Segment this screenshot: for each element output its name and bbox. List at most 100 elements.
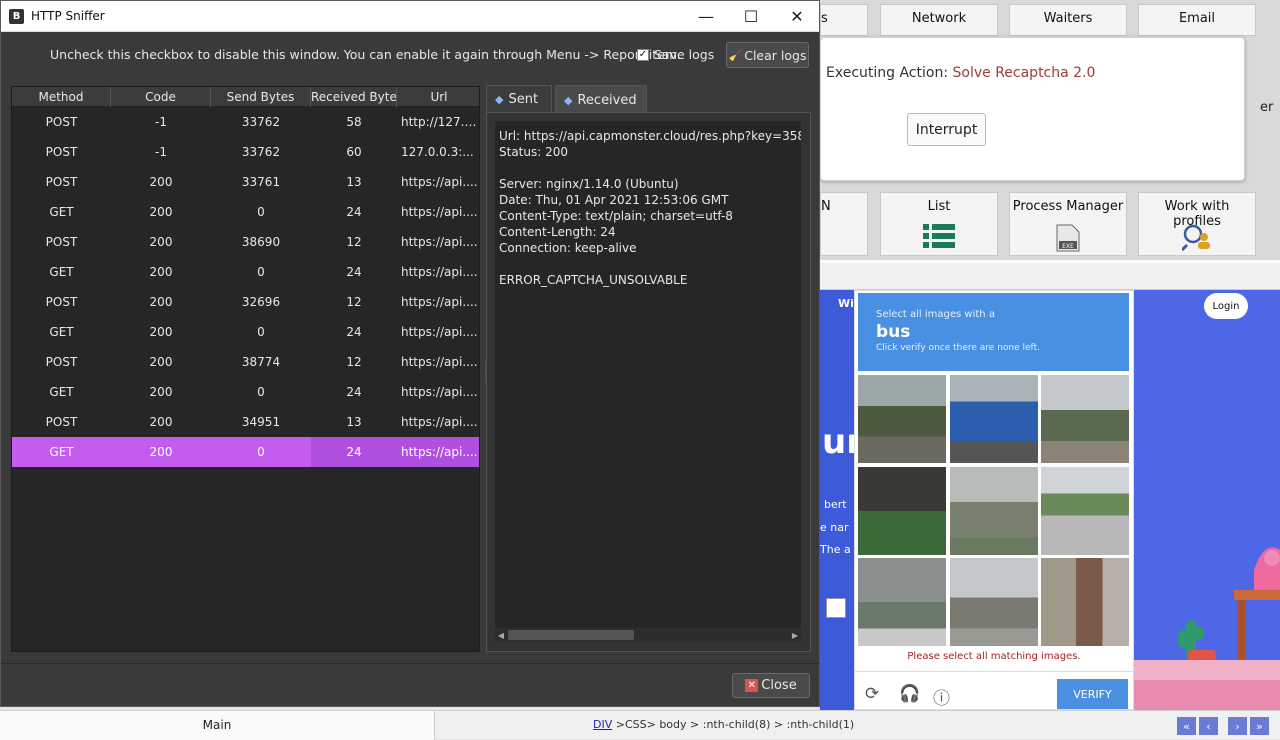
captcha-tile[interactable] [1041, 467, 1129, 555]
xpath-div-link[interactable]: DIV [593, 718, 612, 731]
table-row[interactable]: GET 200 0 24 https://api.... [12, 437, 479, 467]
toolbar-button-label: Waiters [1043, 11, 1093, 26]
table-row[interactable]: GET 200 0 24 https://api.... [12, 197, 479, 227]
cell-url: https://api.... [401, 385, 478, 399]
table-row[interactable]: GET 200 0 24 https://api.... [12, 377, 479, 407]
tab-received[interactable]: ◆ Received [555, 85, 647, 114]
tab-label: Sent [508, 92, 539, 107]
cell-code: 200 [149, 235, 173, 249]
column-header-received-bytes[interactable]: Received Bytes [311, 87, 397, 107]
table-row[interactable]: POST 200 38690 12 https://api.... [12, 227, 479, 257]
captcha-tile[interactable] [1041, 558, 1129, 646]
headphones-icon[interactable]: 🎧 [899, 684, 920, 704]
captcha-tile[interactable] [950, 467, 1038, 555]
column-header-code[interactable]: Code [111, 87, 211, 107]
scroll-right-icon[interactable]: ▶ [789, 628, 801, 642]
web-checkbox[interactable] [826, 598, 846, 618]
nav-first-button[interactable]: « [1177, 717, 1196, 735]
nav-last-button[interactable]: » [1250, 717, 1269, 735]
cell-url: https://api.... [401, 265, 478, 279]
cell-recv: 13 [346, 175, 362, 189]
interrupt-button[interactable]: Interrupt [907, 113, 986, 146]
column-header-method[interactable]: Method [12, 87, 111, 107]
toolbar-button-n[interactable]: N [820, 192, 868, 256]
cell-url: 127.0.0.3:... [401, 145, 474, 159]
nav-prev-button[interactable]: ‹ [1199, 717, 1218, 735]
cell-recv: 24 [346, 265, 362, 279]
cell-code: -1 [155, 115, 167, 129]
toolbar-button-network[interactable]: Network [880, 4, 998, 36]
toolbar-button-label: Email [1178, 11, 1216, 26]
verify-button[interactable]: VERIFY [1057, 679, 1128, 709]
close-icon[interactable]: ✕ [782, 4, 812, 28]
captcha-tile[interactable] [858, 375, 946, 463]
cell-send: 0 [257, 325, 265, 339]
checkbox-checked-icon[interactable]: ✓ [637, 48, 649, 61]
table-row[interactable]: POST 200 34951 13 https://api.... [12, 407, 479, 437]
captcha-footer: ⟳ 🎧 ⓘ VERIFY [855, 671, 1133, 711]
tab-sent[interactable]: ◆ Sent [486, 85, 552, 113]
captcha-tile[interactable] [858, 558, 946, 646]
executing-action-prefix: Executing Action: [826, 65, 949, 81]
cell-url: https://api.... [401, 175, 478, 189]
horizontal-scrollbar[interactable]: ◀ ▶ [495, 628, 801, 642]
reload-icon[interactable]: ⟳ [865, 684, 879, 704]
response-text-area[interactable]: Url: https://api.capmonster.cloud/res.ph… [495, 121, 801, 628]
column-header-url[interactable]: Url [397, 87, 479, 107]
cell-recv: 12 [346, 355, 362, 369]
captcha-error-message: Please select all matching images. [907, 651, 1081, 662]
table-row[interactable]: POST -1 33762 60 127.0.0.3:... [12, 137, 479, 167]
cell-method: POST [45, 295, 78, 309]
scroll-left-icon[interactable]: ◀ [495, 628, 507, 642]
captcha-tile[interactable] [950, 375, 1038, 463]
toolbar-button-waiters[interactable]: Waiters [1009, 4, 1127, 36]
executing-action-name: Solve Recaptcha 2.0 [952, 65, 1096, 81]
column-header-send-bytes[interactable]: Send Bytes [211, 87, 311, 107]
cell-send: 32696 [241, 295, 281, 309]
captcha-header: Select all images with a bus Click verif… [858, 293, 1129, 371]
table-row[interactable]: POST 200 32696 12 https://api.... [12, 287, 479, 317]
toolbar-button-work-with-profiles[interactable]: Work with profiles [1138, 192, 1256, 256]
table-row[interactable]: GET 200 0 24 https://api.... [12, 257, 479, 287]
captcha-tile[interactable] [858, 467, 946, 555]
notice-bar: Uncheck this checkbox to disable this wi… [1, 32, 819, 76]
cell-code: 200 [149, 385, 173, 399]
maximize-icon[interactable]: ☐ [736, 4, 766, 28]
close-button[interactable]: ✕ Close [732, 673, 810, 698]
info-icon[interactable]: ⓘ [933, 684, 950, 709]
login-button[interactable]: Login [1204, 293, 1248, 319]
minimize-icon[interactable]: — [691, 4, 721, 28]
cell-code: 200 [149, 175, 173, 189]
response-line: Date: Thu, 01 Apr 2021 12:53:06 GMT [499, 193, 729, 207]
element-path: DIV >CSS> body > :nth-child(8) > :nth-ch… [593, 718, 854, 731]
cell-recv: 24 [346, 385, 362, 399]
table-row[interactable]: POST 200 33761 13 https://api.... [12, 167, 479, 197]
http-sniffer-window: B HTTP Sniffer — ☐ ✕ Uncheck this checkb… [0, 0, 820, 707]
cell-code: 200 [149, 415, 173, 429]
captcha-tile[interactable] [950, 558, 1038, 646]
cell-send: 33762 [241, 145, 281, 159]
toolbar-button-s[interactable]: s [820, 4, 868, 36]
table-row[interactable]: POST 200 38774 12 https://api.... [12, 347, 479, 377]
toolbar-button-email[interactable]: Email [1138, 4, 1256, 36]
table-row[interactable]: POST -1 33762 58 http://127.0.0.1:... [12, 107, 479, 137]
save-logs-checkbox[interactable]: ✓ Save logs [637, 47, 714, 62]
cell-recv: 12 [346, 235, 362, 249]
cell-code: 200 [149, 445, 173, 459]
scroll-thumb[interactable] [508, 630, 634, 640]
cell-send: 0 [257, 205, 265, 219]
main-tab[interactable]: Main [0, 711, 435, 740]
cell-method: POST [45, 355, 78, 369]
response-line: Status: 200 [499, 145, 568, 159]
splitter-handle-icon[interactable]: ⋮⋮⋮ [482, 362, 490, 382]
cell-send: 0 [257, 265, 265, 279]
clear-logs-button[interactable]: 🧹 Clear logs [726, 42, 809, 68]
title-bar[interactable]: B HTTP Sniffer — ☐ ✕ [1, 1, 819, 32]
captcha-tile[interactable] [1041, 375, 1129, 463]
toolbar-button-label: s [821, 11, 828, 26]
table-row[interactable]: GET 200 0 24 https://api.... [12, 317, 479, 347]
nav-next-button[interactable]: › [1228, 717, 1247, 735]
toolbar-button-process-manager[interactable]: Process Manager EXE [1009, 192, 1127, 256]
toolbar-button-list[interactable]: List [880, 192, 998, 256]
cell-recv: 58 [346, 115, 362, 129]
